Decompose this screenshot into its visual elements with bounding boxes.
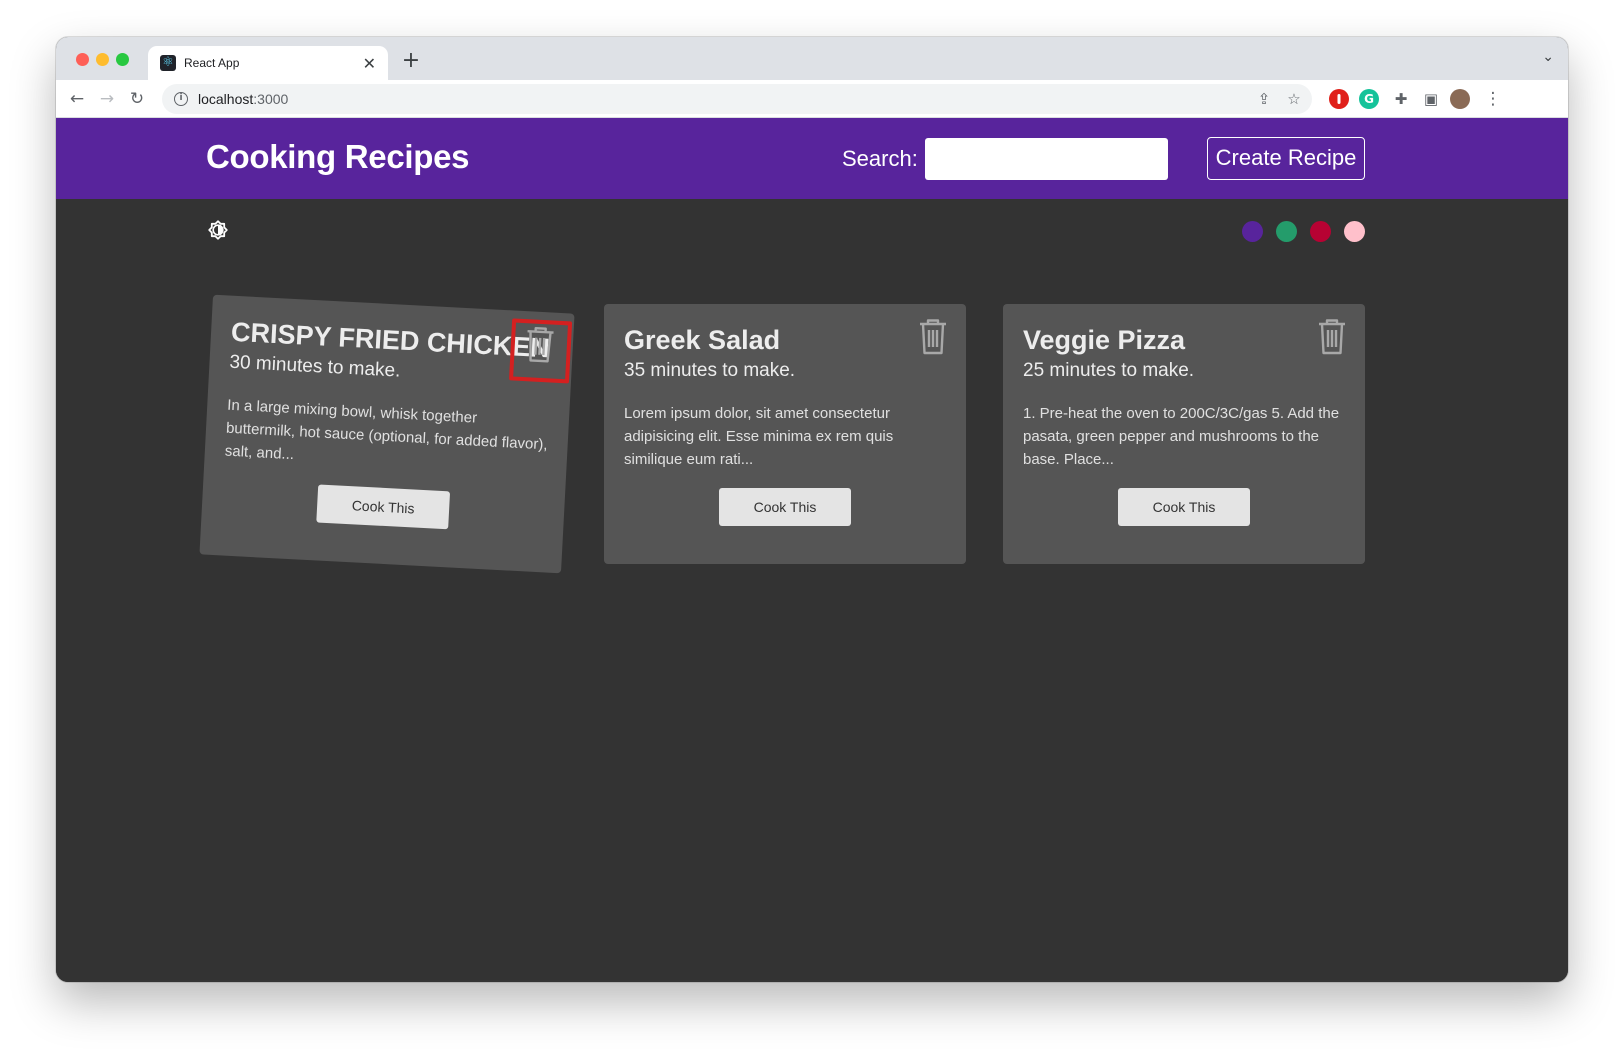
delete-trash-icon[interactable] bbox=[916, 318, 950, 356]
bookmark-star-icon[interactable]: ☆ bbox=[1284, 89, 1304, 109]
theme-color-purple[interactable] bbox=[1242, 221, 1263, 242]
mode-toggle-icon[interactable] bbox=[206, 218, 230, 242]
side-panel-icon[interactable]: ▣ bbox=[1418, 86, 1444, 112]
recipe-card[interactable]: CRISPY FRIED CHICKEN 30 minutes to make.… bbox=[199, 294, 575, 574]
browser-menu-icon[interactable]: ⋮ bbox=[1480, 86, 1506, 112]
recipe-description: In a large mixing bowl, whisk together b… bbox=[224, 397, 548, 464]
theme-color-red[interactable] bbox=[1310, 221, 1331, 242]
recipe-description: Lorem ipsum dolor, sit amet consectetur … bbox=[624, 405, 894, 469]
theme-color-pink[interactable] bbox=[1344, 221, 1365, 242]
cook-this-button[interactable]: Cook This bbox=[1118, 488, 1250, 526]
page-content: Cooking Recipes Search: Create Recipe CR… bbox=[56, 118, 1568, 982]
tab-close-icon[interactable]: ✕ bbox=[363, 54, 376, 73]
app-brand-title[interactable]: Cooking Recipes bbox=[206, 138, 470, 176]
cook-this-button[interactable]: Cook This bbox=[316, 484, 451, 530]
search-input[interactable] bbox=[925, 138, 1168, 180]
highlight-box bbox=[508, 318, 573, 384]
app-navbar: Cooking Recipes Search: Create Recipe bbox=[56, 118, 1568, 199]
recipe-card[interactable]: Veggie Pizza 25 minutes to make. 1. Pre-… bbox=[1003, 304, 1365, 564]
url-port: :3000 bbox=[253, 91, 289, 107]
adblock-glyph-icon bbox=[1331, 91, 1347, 107]
tab-strip: ⚛ React App ✕ + ⌄ bbox=[56, 37, 1568, 80]
url-host: localhost bbox=[198, 91, 254, 107]
tab-search-chevron-icon[interactable]: ⌄ bbox=[1542, 49, 1554, 65]
recipe-time: 25 minutes to make. bbox=[1023, 360, 1195, 382]
recipe-time: 35 minutes to make. bbox=[624, 360, 796, 382]
extensions-puzzle-icon[interactable]: ✚ bbox=[1388, 86, 1414, 112]
recipe-title: Veggie Pizza bbox=[1023, 325, 1186, 355]
site-info-icon[interactable]: i bbox=[174, 92, 188, 106]
grammarly-extension-icon[interactable]: G bbox=[1359, 89, 1379, 109]
minimize-window-button[interactable] bbox=[96, 53, 109, 66]
browser-toolbar: ← → ↻ i localhost:3000 ⇪ ☆ G ✚ ▣ ⋮ bbox=[56, 80, 1568, 118]
recipe-card[interactable]: Greek Salad 35 minutes to make. Lorem ip… bbox=[604, 304, 966, 564]
tab-title: React App bbox=[184, 56, 240, 70]
forward-button[interactable]: → bbox=[94, 86, 120, 112]
back-button[interactable]: ← bbox=[64, 86, 90, 112]
adblock-extension-icon[interactable] bbox=[1329, 89, 1349, 109]
profile-avatar[interactable] bbox=[1450, 89, 1470, 109]
maximize-window-button[interactable] bbox=[116, 53, 129, 66]
recipe-title: Greek Salad bbox=[624, 325, 781, 355]
theme-color-green[interactable] bbox=[1276, 221, 1297, 242]
browser-window: ⚛ React App ✕ + ⌄ ← → ↻ i localhost:3000… bbox=[56, 37, 1568, 982]
new-tab-button[interactable]: + bbox=[398, 48, 424, 74]
share-icon[interactable]: ⇪ bbox=[1254, 89, 1274, 109]
react-favicon-icon: ⚛ bbox=[160, 55, 176, 71]
address-bar[interactable]: i localhost:3000 ⇪ ☆ bbox=[162, 84, 1312, 114]
close-window-button[interactable] bbox=[76, 53, 89, 66]
create-recipe-button[interactable]: Create Recipe bbox=[1207, 137, 1365, 180]
recipe-description: 1. Pre-heat the oven to 200C/3C/gas 5. A… bbox=[1023, 405, 1340, 469]
tab-react-app[interactable]: ⚛ React App ✕ bbox=[148, 46, 388, 80]
search-label: Search: bbox=[842, 146, 918, 171]
reload-button[interactable]: ↻ bbox=[124, 86, 150, 112]
cook-this-button[interactable]: Cook This bbox=[719, 488, 851, 526]
url-text: localhost:3000 bbox=[198, 91, 288, 107]
delete-trash-icon[interactable] bbox=[1315, 318, 1349, 356]
